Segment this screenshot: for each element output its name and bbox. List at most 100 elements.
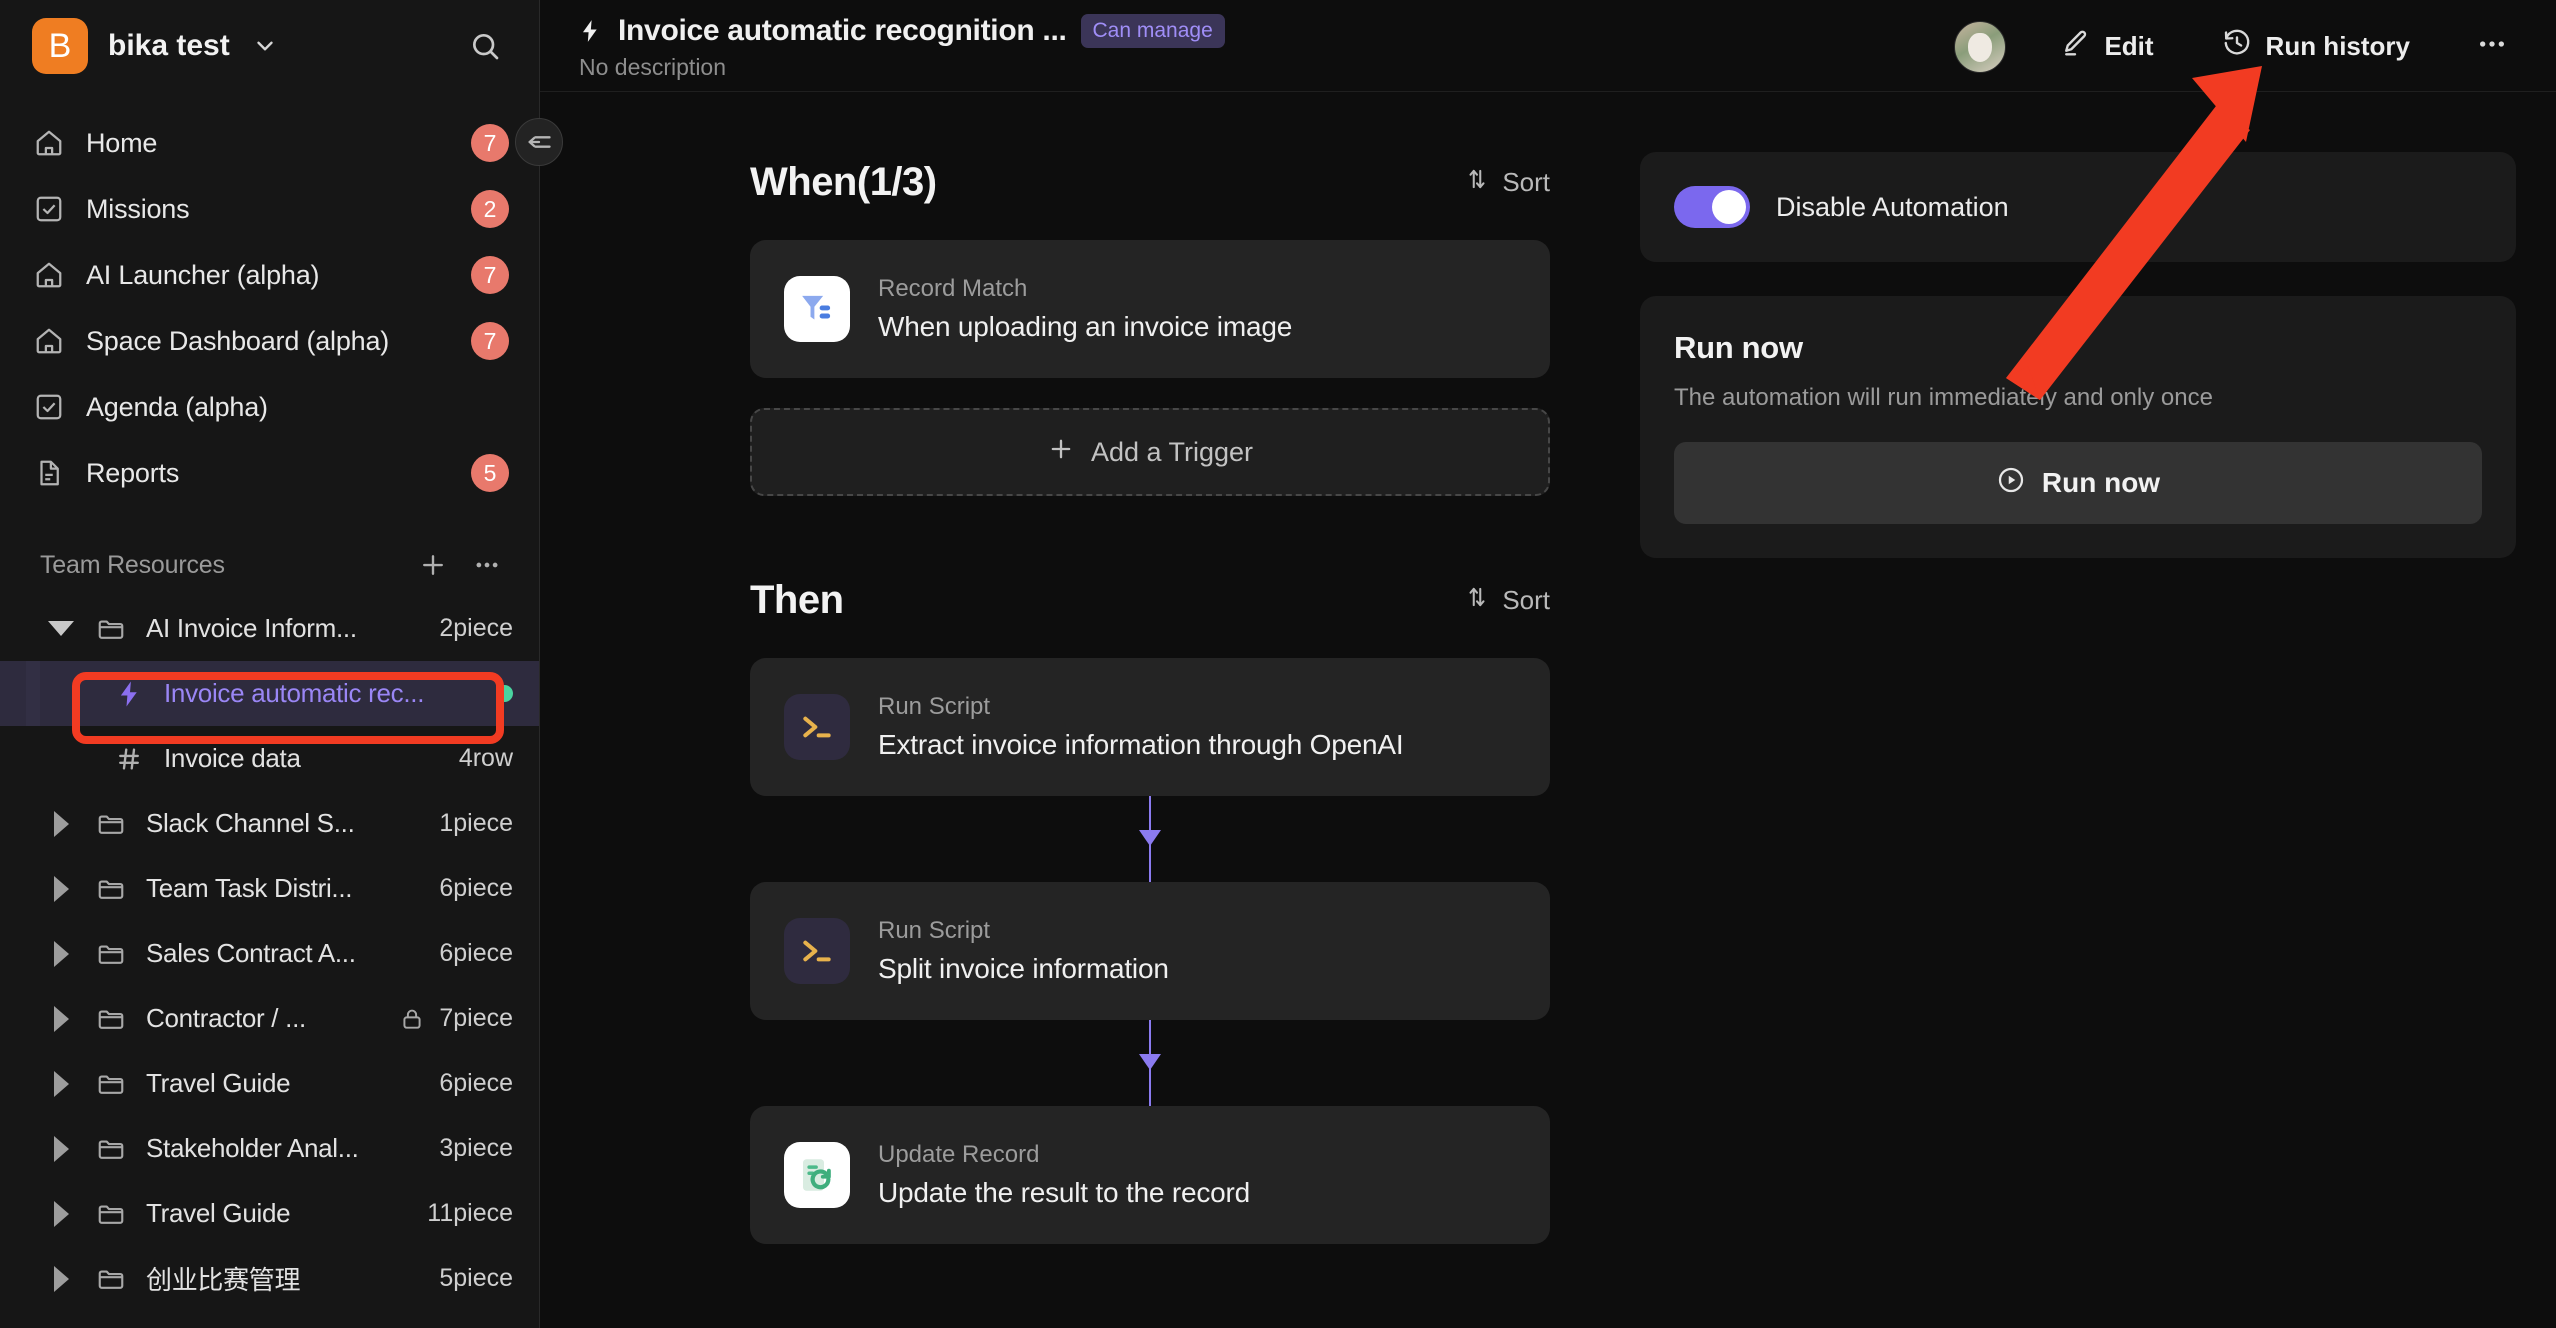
plus-icon[interactable] (411, 543, 455, 587)
chevron-right-icon[interactable] (46, 1264, 76, 1294)
edit-button[interactable]: Edit (2048, 20, 2165, 73)
tree-item-automation-selected[interactable]: Invoice automatic rec... (0, 661, 539, 726)
tree-item-folder[interactable]: Contractor / ... 7piece (0, 986, 539, 1051)
trigger-name: When uploading an invoice image (878, 311, 1293, 342)
tree-item-label: 创业比赛管理 (146, 1265, 301, 1295)
tree-item-folder[interactable]: Stakeholder Anal... 3piece (0, 1116, 539, 1181)
bolt-icon (576, 15, 604, 47)
tree-item-folder[interactable]: Travel Guide 6piece (0, 1051, 539, 1116)
content-area: When(1/3) Sort Record Match When uploadi… (540, 92, 2556, 1328)
document-icon (32, 456, 66, 490)
workspace-logo: B (32, 18, 88, 74)
tree-item-label: Sales Contract A... (146, 938, 356, 968)
disable-automation-toggle[interactable] (1674, 186, 1750, 228)
app-root: B bika test Home 7 Missions 2 AI Launche… (0, 0, 2556, 1328)
sidebar-item-label: Home (86, 127, 158, 158)
when-title: When(1/3) (750, 159, 937, 204)
chevron-right-icon[interactable] (46, 1069, 76, 1099)
team-resources-header: Team Resources (0, 534, 539, 596)
action-card[interactable]: Run Script Split invoice information (750, 882, 1550, 1020)
sidebar-item-badge: 5 (471, 454, 509, 492)
sidebar-nav: Home 7 Missions 2 AI Launcher (alpha) 7 (0, 92, 539, 506)
home-icon (32, 324, 66, 358)
page-title: Invoice automatic recognition ... (618, 14, 1067, 47)
collapse-sidebar-icon[interactable] (515, 118, 563, 166)
terminal-icon (784, 694, 850, 760)
chevron-down-icon[interactable] (252, 33, 278, 59)
update-record-icon (784, 1142, 850, 1208)
chevron-right-icon[interactable] (46, 809, 76, 839)
ellipsis-icon[interactable] (465, 543, 509, 587)
trigger-kind: Record Match (878, 275, 1028, 302)
tree-item-label: Contractor / ... (146, 1003, 306, 1033)
sidebar-item-label: AI Launcher (alpha) (86, 259, 320, 290)
tree-item-folder[interactable]: Slack Channel S... 1piece (0, 791, 539, 856)
edit-label: Edit (2104, 31, 2154, 61)
sidebar-item-ai-launcher[interactable]: AI Launcher (alpha) 7 (0, 242, 539, 308)
folder-icon (94, 1002, 128, 1036)
chevron-right-icon[interactable] (46, 1004, 76, 1034)
tree-item-count: 6piece (439, 874, 513, 902)
chevron-right-icon[interactable] (46, 939, 76, 969)
folder-icon (94, 807, 128, 841)
run-now-card: Run now The automation will run immediat… (1640, 296, 2516, 558)
folder-icon (94, 1132, 128, 1166)
page-description: No description (579, 54, 727, 80)
action-card[interactable]: Update Record Update the result to the r… (750, 1106, 1550, 1244)
tree-item-label: Invoice automatic rec... (164, 678, 425, 708)
folder-icon (94, 1067, 128, 1101)
sort-label: Sort (1502, 166, 1550, 197)
disable-automation-label: Disable Automation (1776, 191, 2009, 222)
action-kind: Run Script (878, 917, 991, 944)
selection-marker (26, 661, 40, 726)
more-options-button[interactable] (2466, 20, 2518, 73)
add-trigger-button[interactable]: Add a Trigger (750, 408, 1550, 496)
topbar-actions: Edit Run history (1954, 14, 2518, 73)
resource-tree: AI Invoice Inform... 2piece Invoice auto… (0, 596, 539, 1311)
sidebar-item-space-dashboard[interactable]: Space Dashboard (alpha) 7 (0, 308, 539, 374)
tree-item-count: 3piece (439, 1134, 513, 1162)
permission-badge: Can manage (1080, 14, 1225, 48)
tree-item-folder[interactable]: 创业比赛管理 5piece (0, 1246, 539, 1311)
tree-item-folder[interactable]: Team Task Distri... 6piece (0, 856, 539, 921)
sidebar-item-missions[interactable]: Missions 2 (0, 176, 539, 242)
pencil-icon (2060, 28, 2090, 65)
avatar[interactable] (1954, 20, 2007, 73)
sort-actions-button[interactable]: Sort (1464, 584, 1550, 617)
disable-automation-card: Disable Automation (1640, 152, 2516, 262)
chevron-right-icon[interactable] (46, 1134, 76, 1164)
tree-item-folder[interactable]: Travel Guide 11piece (0, 1181, 539, 1246)
sidebar-item-label: Agenda (alpha) (86, 391, 268, 422)
tree-item-folder[interactable]: AI Invoice Inform... 2piece (0, 596, 539, 661)
tree-item-count: 7piece (439, 1004, 513, 1032)
sort-triggers-button[interactable]: Sort (1464, 166, 1550, 199)
folder-icon (94, 937, 128, 971)
chevron-right-icon[interactable] (46, 874, 76, 904)
run-now-button[interactable]: Run now (1674, 442, 2482, 524)
status-dot (496, 685, 513, 702)
tree-item-folder[interactable]: Sales Contract A... 6piece (0, 921, 539, 986)
section-title: Team Resources (40, 550, 225, 579)
search-icon[interactable] (463, 24, 507, 68)
add-trigger-label: Add a Trigger (1090, 436, 1254, 467)
flow-connector (750, 1020, 1550, 1106)
tree-item-count: 2piece (439, 614, 513, 642)
sidebar-item-badge: 7 (471, 322, 509, 360)
sidebar-item-agenda[interactable]: Agenda (alpha) (0, 374, 539, 440)
workspace-name[interactable]: bika test (108, 29, 230, 63)
grid-icon (112, 742, 146, 776)
action-kind: Run Script (878, 693, 991, 720)
chevron-down-icon[interactable] (46, 614, 76, 644)
run-now-title: Run now (1674, 330, 1803, 365)
sidebar-item-reports[interactable]: Reports 5 (0, 440, 539, 506)
sidebar-item-home[interactable]: Home 7 (0, 110, 539, 176)
chevron-right-icon[interactable] (46, 1199, 76, 1229)
action-name: Extract invoice information through Open… (878, 729, 1404, 760)
tree-item-datasheet[interactable]: Invoice data 4row (0, 726, 539, 791)
action-card[interactable]: Run Script Extract invoice information t… (750, 658, 1550, 796)
run-history-button[interactable]: Run history (2210, 20, 2422, 73)
trigger-card[interactable]: Record Match When uploading an invoice i… (750, 240, 1550, 378)
page-header: Invoice automatic recognition ... Can ma… (576, 14, 1225, 81)
sidebar-item-label: Space Dashboard (alpha) (86, 325, 390, 356)
play-circle-icon (1996, 465, 2026, 502)
